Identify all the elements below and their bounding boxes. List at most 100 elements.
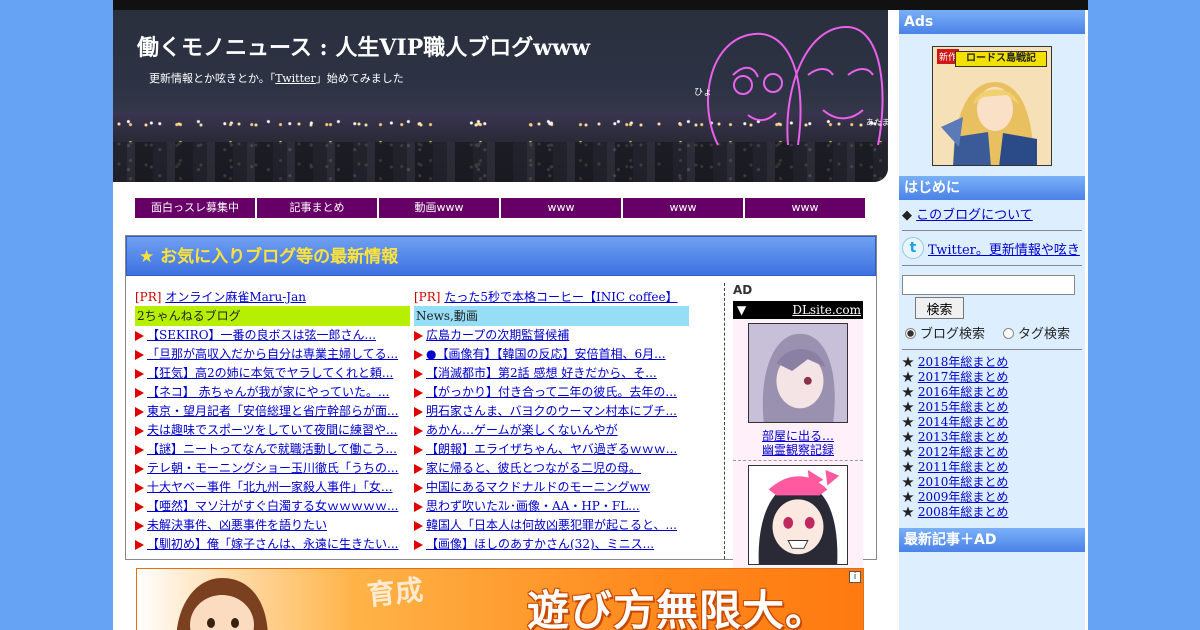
pr-link[interactable]: たった5秒で本格コーヒー【INIC coffee】 — [444, 290, 677, 304]
article-link[interactable]: 【ネコ】 赤ちゃんが我が家にやっていた。... — [147, 385, 389, 399]
ad-caption[interactable]: 部屋に出る… 幽霊観察記録 — [733, 426, 863, 460]
twitter-icon[interactable]: t — [902, 237, 924, 259]
twitter-link[interactable]: Twitter — [275, 72, 316, 85]
nav-item-www-1[interactable]: www — [501, 198, 621, 218]
nav-item-www-3[interactable]: www — [745, 198, 865, 218]
year-summary-link[interactable]: 2011年総まとめ — [918, 460, 1009, 474]
article-link[interactable]: 広島カープの次期監督候補 — [426, 328, 569, 342]
ad-caption-line2[interactable]: 幽霊観察記録 — [762, 443, 834, 457]
list-item[interactable]: 東京・望月記者「安倍総理と省庁幹部らが面... — [135, 402, 410, 421]
ad-caption-line1[interactable]: 部屋に出る… — [762, 429, 834, 443]
about-link[interactable]: このブログについて — [916, 208, 1033, 223]
radio-blog-search[interactable]: ブログ検索 — [905, 323, 985, 342]
list-item[interactable]: 「旦那が高収入だから自分は専業主婦してる... — [135, 345, 410, 364]
article-link[interactable]: 【馴初め】俺「嫁子さんは、永遠に生きたい... — [147, 537, 398, 551]
site-title[interactable]: 働くモノニュース : 人生VIP職人ブログwww — [137, 30, 590, 62]
list-item[interactable]: ★ 2018年総まとめ — [902, 355, 1082, 370]
dlsite-link[interactable]: DLsite.com — [792, 301, 861, 319]
list-item[interactable]: 【消滅都市】第2話 感想 好きだから、そ... — [414, 364, 689, 383]
list-item[interactable]: 【画像】ほしのあすかさん(32)、ミニス... — [414, 535, 689, 554]
list-item[interactable]: 夫は趣味でスポーツをしていて夜間に練習や... — [135, 421, 410, 440]
article-link[interactable]: 「旦那が高収入だから自分は専業主婦してる... — [147, 347, 398, 361]
nav-item-www-2[interactable]: www — [623, 198, 743, 218]
list-item[interactable]: 思わず吹いたｽﾚ･画像・AA・HP・FL... — [414, 497, 689, 516]
list-item[interactable]: 【ネコ】 赤ちゃんが我が家にやっていた。... — [135, 383, 410, 402]
list-item[interactable]: 【SEKIRO】一番の良ボスは弦一郎さん... — [135, 326, 410, 345]
article-link[interactable]: 【謎】ニートってなんで就職活動して働こう... — [147, 442, 397, 456]
twitter-updates-link[interactable]: Twitter。更新情報や呟き — [928, 239, 1080, 258]
article-link[interactable]: 韓国人「日本人は何故凶悪犯罪が起こると、... — [426, 518, 677, 532]
year-summary-link[interactable]: 2014年総まとめ — [918, 415, 1009, 429]
article-link[interactable]: 夫は趣味でスポーツをしていて夜間に練習や... — [147, 423, 398, 437]
list-item[interactable]: 未解決事件、凶悪事件を語りたい — [135, 516, 410, 535]
list-item[interactable]: 【唖然】マソ汁がすぐ白濁する女ｗｗｗｗｗ... — [135, 497, 410, 516]
article-link[interactable]: 家に帰ると、彼氏とつながる二児の母。 — [426, 461, 641, 475]
article-link[interactable]: 東京・望月記者「安倍総理と省庁幹部らが面... — [147, 404, 398, 418]
search-input[interactable] — [902, 275, 1075, 295]
year-summary-link[interactable]: 2017年総まとめ — [918, 370, 1009, 384]
list-item[interactable]: ★ 2012年総まとめ — [902, 445, 1082, 460]
article-link[interactable]: 【朗報】エライザちゃん、ヤバ過ぎるｗｗｗ... — [426, 442, 677, 456]
list-item[interactable]: ★ 2009年総まとめ — [902, 490, 1082, 505]
list-item[interactable]: ★ 2017年総まとめ — [902, 370, 1082, 385]
list-item[interactable]: 中国にあるマクドナルドのモーニングww — [414, 478, 689, 497]
radio-unselected-icon[interactable] — [1003, 328, 1015, 339]
sidebar-ad-image[interactable]: 新作 ロードス島戦記 — [932, 46, 1052, 166]
ad-info-icon[interactable]: i — [849, 571, 861, 583]
year-summary-link[interactable]: 2018年総まとめ — [918, 355, 1009, 369]
list-item[interactable]: 【がっかり】付き合って二年の彼氏。去年の... — [414, 383, 689, 402]
ad-thumbnail[interactable] — [748, 323, 848, 423]
list-item[interactable]: テレ朝・モーニングショー玉川徹氏「うちの... — [135, 459, 410, 478]
year-summary-link[interactable]: 2009年総まとめ — [918, 490, 1009, 504]
ad-thumbnail[interactable] — [748, 465, 848, 565]
list-item[interactable]: 明石家さんま、バヨクのウーマン村本にブチ... — [414, 402, 689, 421]
list-item[interactable]: ●【画像有】【韓国の反応】安倍首相、6月... — [414, 345, 689, 364]
article-link[interactable]: 【がっかり】付き合って二年の彼氏。去年の... — [426, 385, 677, 399]
list-item[interactable]: 韓国人「日本人は何故凶悪犯罪が起こると、... — [414, 516, 689, 535]
list-item[interactable]: 家に帰ると、彼氏とつながる二児の母。 — [414, 459, 689, 478]
article-link[interactable]: 十大ヤベー事件「北九州一家殺人事件」「女... — [147, 480, 392, 494]
bottom-ad-banner[interactable]: 育成 遊び方無限大。 i — [136, 568, 864, 630]
list-item[interactable]: ★ 2013年総まとめ — [902, 430, 1082, 445]
list-item[interactable]: 広島カープの次期監督候補 — [414, 326, 689, 345]
ad-item[interactable]: 部屋に出る… 幽霊観察記録 — [733, 319, 863, 461]
radio-selected-icon[interactable] — [905, 328, 916, 339]
year-summary-link[interactable]: 2013年総まとめ — [918, 430, 1009, 444]
list-item[interactable]: 【狂気】高2の姉に本気でヤラしてくれと頼... — [135, 364, 410, 383]
article-link[interactable]: 中国にあるマクドナルドのモーニングww — [426, 480, 650, 494]
article-link[interactable]: ●【画像有】【韓国の反応】安倍首相、6月... — [426, 347, 666, 361]
list-item[interactable]: ★ 2015年総まとめ — [902, 400, 1082, 415]
article-link[interactable]: 【狂気】高2の姉に本気でヤラしてくれと頼... — [147, 366, 393, 380]
nav-item-douga[interactable]: 動画www — [379, 198, 499, 218]
list-item[interactable]: ★ 2011年総まとめ — [902, 460, 1082, 475]
article-link[interactable]: あかん…ゲームが楽しくないんやが — [426, 423, 618, 437]
article-link[interactable]: 【画像】ほしのあすかさん(32)、ミニス... — [426, 537, 654, 551]
list-item[interactable]: ★ 2014年総まとめ — [902, 415, 1082, 430]
year-summary-link[interactable]: 2010年総まとめ — [918, 475, 1009, 489]
article-link[interactable]: テレ朝・モーニングショー玉川徹氏「うちの... — [147, 461, 398, 475]
search-button[interactable]: 検索 — [915, 297, 964, 319]
list-item[interactable]: ★ 2016年総まとめ — [902, 385, 1082, 400]
year-summary-link[interactable]: 2008年総まとめ — [918, 505, 1009, 519]
article-link[interactable]: 未解決事件、凶悪事件を語りたい — [147, 518, 327, 532]
list-item[interactable]: ★ 2010年総まとめ — [902, 475, 1082, 490]
article-link[interactable]: 【消滅都市】第2話 感想 好きだから、そ... — [426, 366, 657, 380]
list-item[interactable]: 【謎】ニートってなんで就職活動して働こう... — [135, 440, 410, 459]
year-summary-link[interactable]: 2016年総まとめ — [918, 385, 1009, 399]
list-item[interactable]: ★ 2008年総まとめ — [902, 505, 1082, 520]
article-link[interactable]: 【唖然】マソ汁がすぐ白濁する女ｗｗｗｗｗ... — [147, 499, 398, 513]
list-item[interactable]: 十大ヤベー事件「北九州一家殺人事件」「女... — [135, 478, 410, 497]
list-item[interactable]: 【馴初め】俺「嫁子さんは、永遠に生きたい... — [135, 535, 410, 554]
article-link[interactable]: 思わず吹いたｽﾚ･画像・AA・HP・FL... — [426, 499, 640, 513]
article-link[interactable]: 明石家さんま、バヨクのウーマン村本にブチ... — [426, 404, 677, 418]
pr-link[interactable]: オンライン麻雀Maru-Jan — [165, 290, 306, 304]
list-item[interactable]: 【朗報】エライザちゃん、ヤバ過ぎるｗｗｗ... — [414, 440, 689, 459]
nav-item-kiji-matome[interactable]: 記事まとめ — [257, 198, 377, 218]
radio-tag-search[interactable]: タグ検索 — [1003, 323, 1070, 342]
article-link[interactable]: 【SEKIRO】一番の良ボスは弦一郎さん... — [147, 328, 376, 342]
ad-item[interactable] — [733, 461, 863, 569]
list-item[interactable]: あかん…ゲームが楽しくないんやが — [414, 421, 689, 440]
nav-item-omoshiro[interactable]: 面白っスレ募集中 — [135, 198, 255, 218]
year-summary-link[interactable]: 2015年総まとめ — [918, 400, 1009, 414]
year-summary-link[interactable]: 2012年総まとめ — [918, 445, 1009, 459]
